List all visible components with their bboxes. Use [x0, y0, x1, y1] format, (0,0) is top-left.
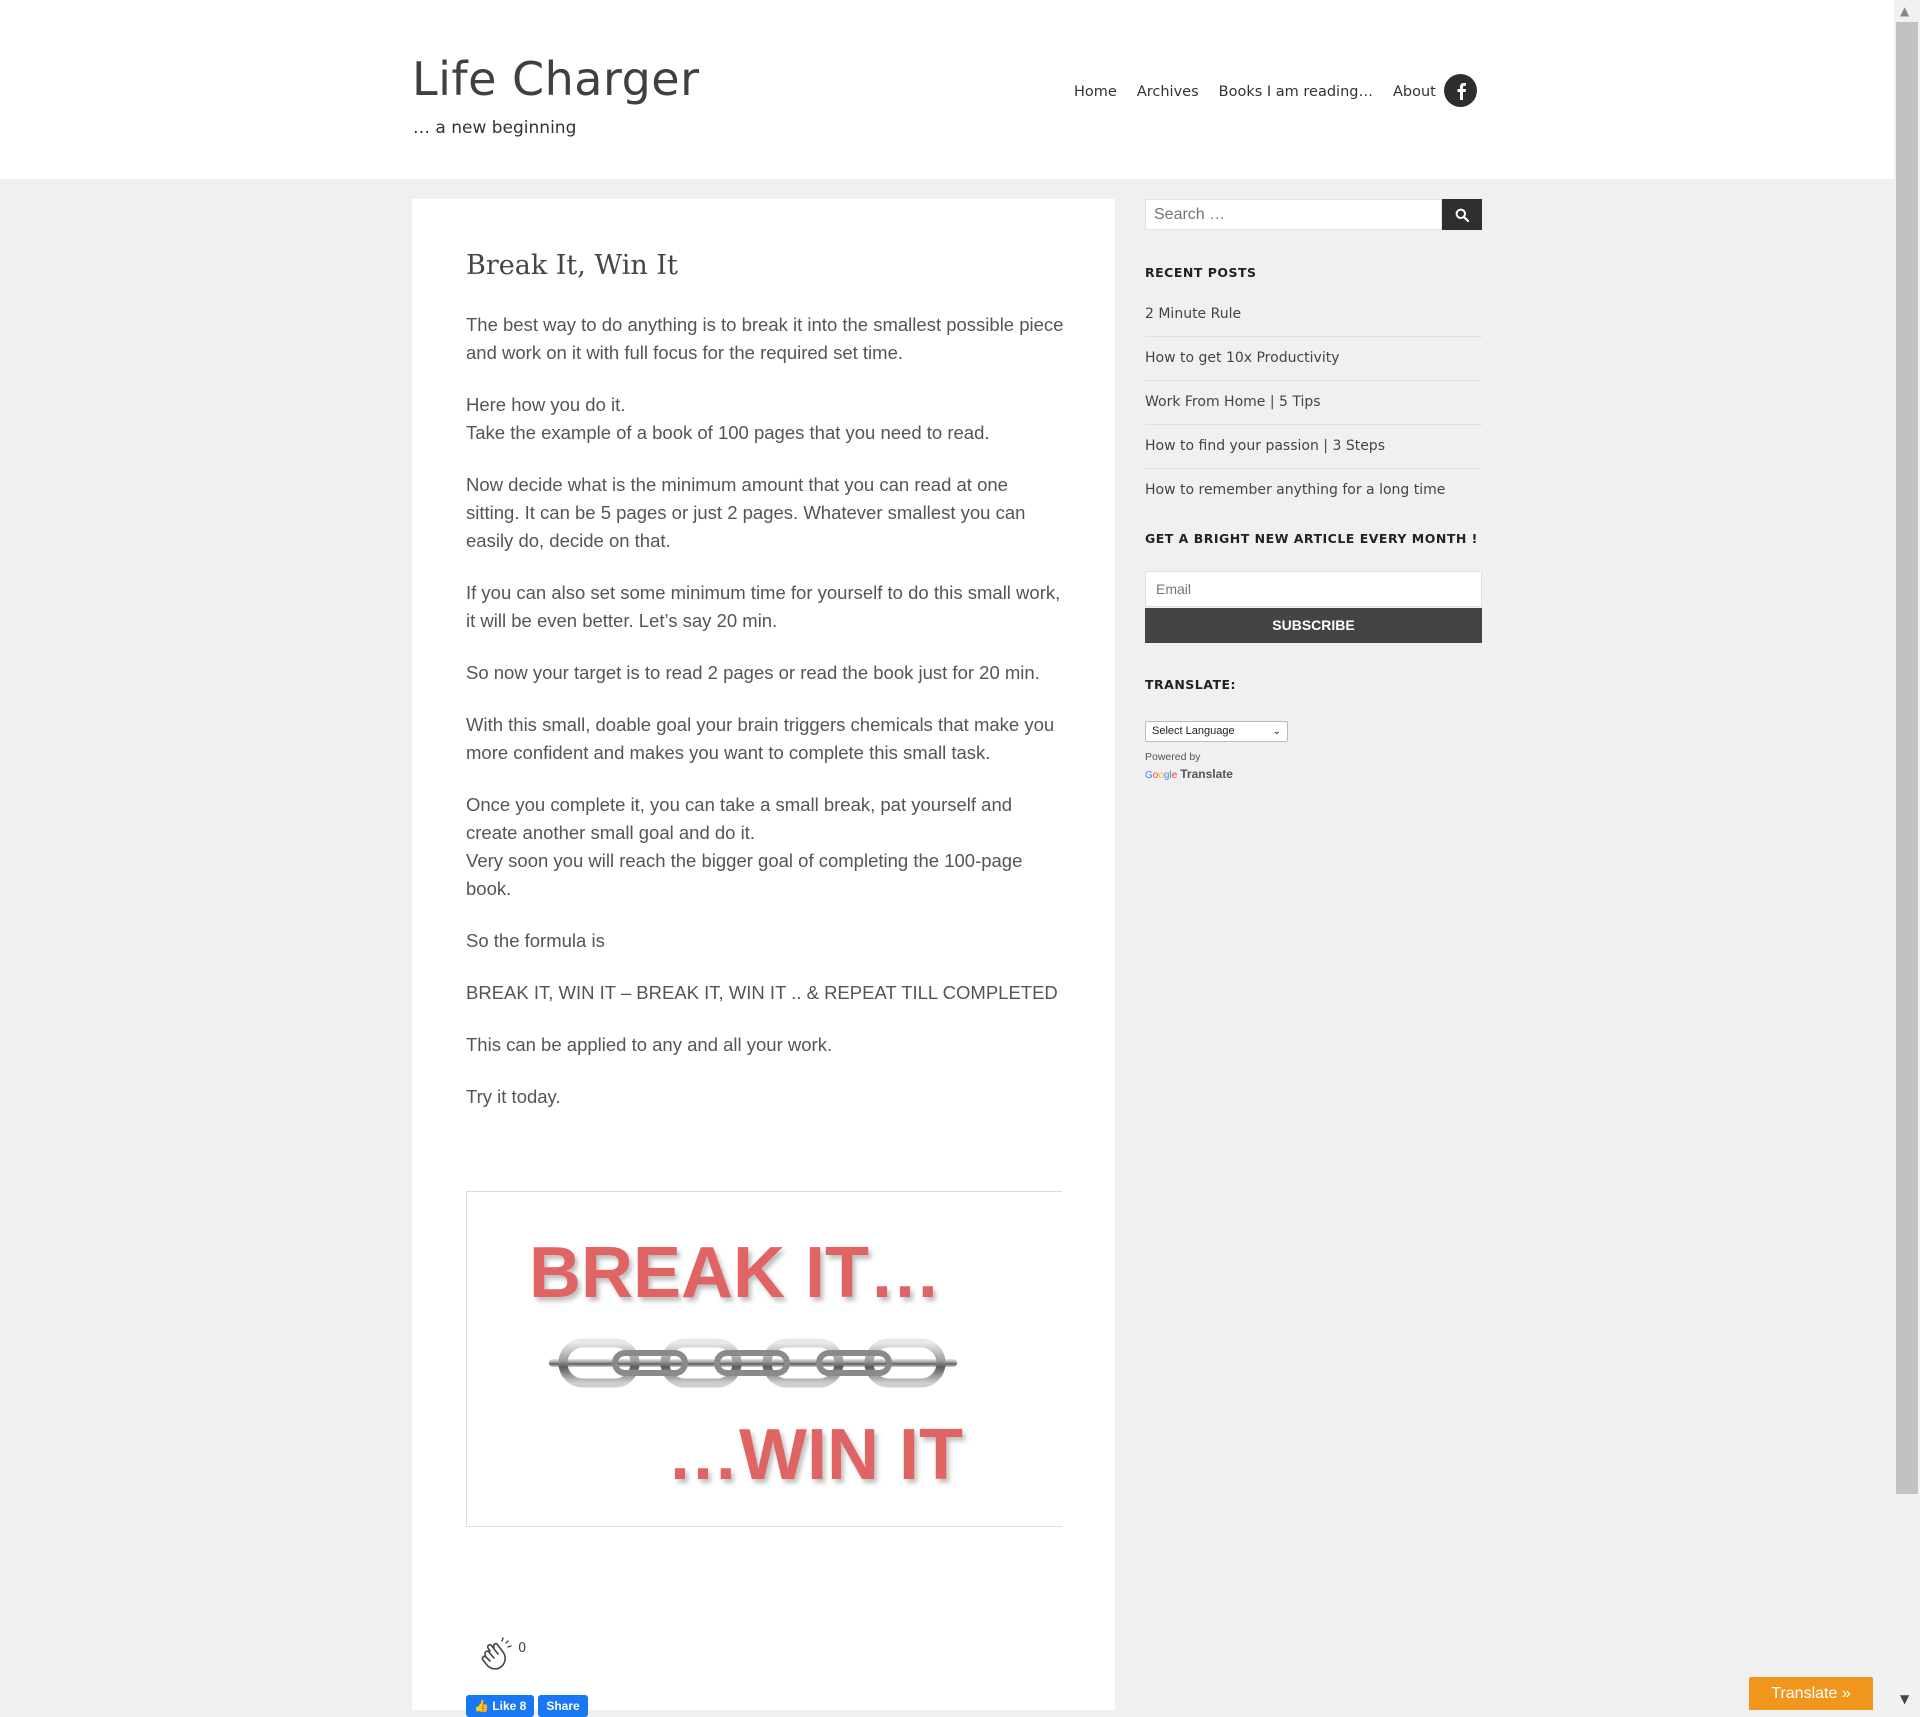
clap-icon[interactable]	[480, 1637, 514, 1675]
translate-title: TRANSLATE:	[1145, 677, 1237, 692]
site-title[interactable]: Life Charger	[412, 52, 700, 106]
search-button[interactable]	[1442, 199, 1482, 230]
fb-like-button[interactable]: 👍 Like 8	[466, 1695, 535, 1717]
recent-post-link[interactable]: 2 Minute Rule	[1145, 293, 1482, 337]
nav-home[interactable]: Home	[1074, 84, 1117, 100]
post-paragraph: BREAK IT, WIN IT – BREAK IT, WIN IT .. &…	[466, 982, 1058, 1003]
fb-share-button[interactable]: Share	[538, 1695, 588, 1717]
image-break-text: BREAK IT…	[529, 1233, 941, 1313]
site-header: Life Charger … a new beginning Home Arch…	[0, 0, 1894, 179]
fb-like-label: Like 8	[492, 1699, 527, 1713]
post-paragraph: With this small, doable goal your brain …	[466, 714, 1055, 763]
clap-widget[interactable]: 0	[480, 1637, 526, 1675]
nav-books[interactable]: Books I am reading…	[1219, 84, 1373, 100]
recent-post-link[interactable]: How to get 10x Productivity	[1145, 337, 1482, 381]
language-select-value: Select Language	[1152, 725, 1235, 737]
translate-floating-button[interactable]: Translate »	[1749, 1677, 1873, 1710]
post-title: Break It, Win It	[466, 250, 678, 281]
recent-post-link[interactable]: Work From Home | 5 Tips	[1145, 381, 1482, 425]
post-image: BREAK IT… …WIN IT	[466, 1191, 1062, 1527]
powered-by-label: Powered by	[1145, 751, 1201, 763]
post-article: Break It, Win It The best way to do anyt…	[412, 199, 1115, 1717]
post-paragraph: Now decide what is the minimum amount th…	[466, 474, 1026, 551]
chain-icon	[549, 1338, 957, 1388]
scroll-up-icon[interactable]: ▲	[1900, 4, 1909, 18]
translate-label: Translate	[1180, 767, 1233, 781]
post-paragraph: Once you complete it, you can take a sma…	[466, 794, 1023, 899]
search-form	[1145, 199, 1482, 230]
post-paragraph: So now your target is to read 2 pages or…	[466, 662, 1040, 683]
chevron-down-icon: ⌄	[1272, 726, 1281, 737]
recent-posts-title: RECENT POSTS	[1145, 265, 1257, 280]
post-paragraph: So the formula is	[466, 930, 605, 951]
subscribe-button[interactable]: SUBSCRIBE	[1145, 608, 1482, 643]
facebook-buttons: 👍 Like 8 Share	[466, 1695, 592, 1717]
recent-post-link[interactable]: How to find your passion | 3 Steps	[1145, 425, 1482, 469]
nav-about[interactable]: About	[1393, 84, 1436, 100]
scroll-down-icon[interactable]: ▼	[1900, 1692, 1909, 1706]
post-paragraph: If you can also set some minimum time fo…	[466, 582, 1061, 631]
newsletter-title: GET A BRIGHT NEW ARTICLE EVERY MONTH !	[1145, 531, 1478, 546]
facebook-icon[interactable]	[1444, 74, 1477, 107]
recent-post-link[interactable]: How to remember anything for a long time	[1145, 469, 1482, 512]
email-field[interactable]	[1145, 571, 1482, 607]
image-win-text: …WIN IT	[667, 1415, 963, 1495]
scrollbar[interactable]: ▲ ▼	[1894, 0, 1920, 1710]
nav-archives[interactable]: Archives	[1137, 84, 1199, 100]
recent-posts-list: 2 Minute Rule How to get 10x Productivit…	[1145, 293, 1482, 512]
post-paragraph: Here how you do it. Take the example of …	[466, 394, 990, 443]
main-nav: Home Archives Books I am reading… About	[1074, 84, 1456, 100]
google-logo: Google	[1145, 770, 1178, 781]
post-paragraph: This can be applied to any and all your …	[466, 1034, 833, 1055]
scrollbar-thumb[interactable]	[1896, 22, 1918, 1494]
google-translate-link[interactable]: Google Translate	[1145, 767, 1233, 781]
site-tagline: … a new beginning	[413, 118, 577, 138]
search-icon	[1455, 208, 1469, 222]
post-content: The best way to do anything is to break …	[466, 311, 1066, 1135]
post-paragraph: The best way to do anything is to break …	[466, 314, 1064, 363]
clap-count: 0	[518, 1641, 527, 1656]
post-paragraph: Try it today.	[466, 1086, 561, 1107]
thumb-icon: 👍	[474, 1699, 493, 1713]
search-input[interactable]	[1145, 199, 1442, 230]
language-select[interactable]: Select Language ⌄	[1145, 721, 1288, 742]
